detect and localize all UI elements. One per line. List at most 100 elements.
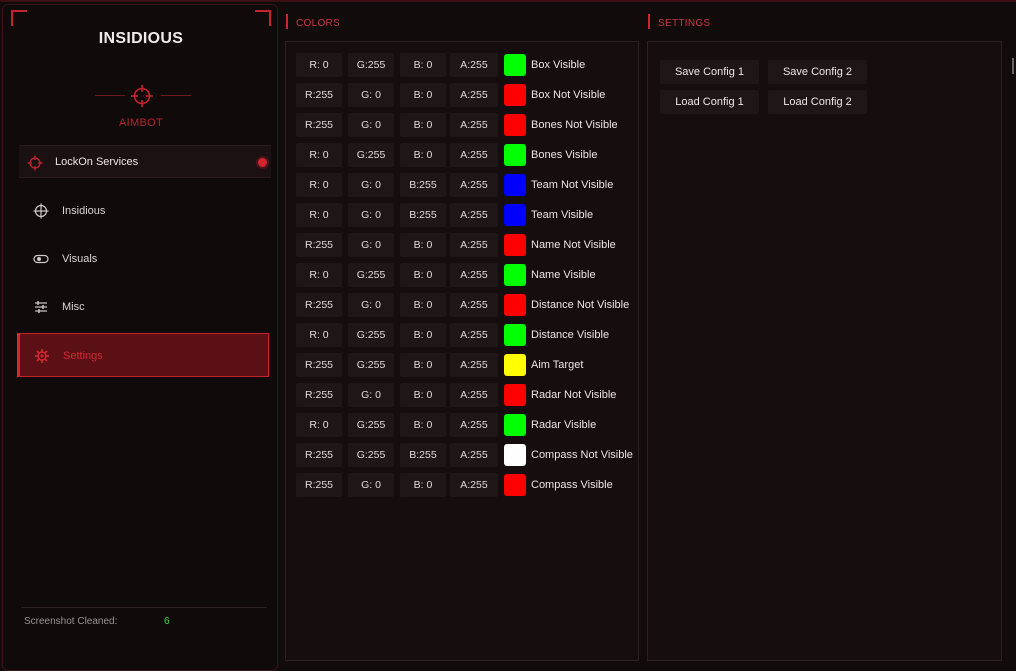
color-label: Bones Not Visible bbox=[531, 119, 618, 131]
blue-value-field[interactable]: B: 0 bbox=[400, 323, 446, 347]
red-value-field[interactable]: R:255 bbox=[296, 233, 342, 257]
alpha-value-field[interactable]: A:255 bbox=[450, 233, 498, 257]
red-value-field[interactable]: R:255 bbox=[296, 293, 342, 317]
color-swatch[interactable] bbox=[504, 354, 526, 376]
blue-value-field[interactable]: B: 0 bbox=[400, 353, 446, 377]
green-value-field[interactable]: G:255 bbox=[348, 53, 394, 77]
color-swatch[interactable] bbox=[504, 234, 526, 256]
alpha-value-field[interactable]: A:255 bbox=[450, 173, 498, 197]
sidebar-item-visuals[interactable]: Visuals bbox=[17, 237, 269, 281]
status-indicator bbox=[258, 158, 267, 167]
red-value-field[interactable]: R:255 bbox=[296, 443, 342, 467]
sidebar-item-misc[interactable]: Misc bbox=[17, 285, 269, 329]
blue-value-field[interactable]: B: 0 bbox=[400, 53, 446, 77]
blue-value-field[interactable]: B: 0 bbox=[400, 143, 446, 167]
color-row: R: 0 G: 0 B:255 A:255 Team Visible bbox=[296, 203, 636, 227]
green-value-field[interactable]: G:255 bbox=[348, 443, 394, 467]
green-value-field[interactable]: G: 0 bbox=[348, 473, 394, 497]
alpha-value-field[interactable]: A:255 bbox=[450, 203, 498, 227]
load-config-2-button[interactable]: Load Config 2 bbox=[768, 90, 867, 114]
green-value-field[interactable]: G:255 bbox=[348, 323, 394, 347]
color-row: R:255 G:255 B: 0 A:255 Aim Target bbox=[296, 353, 636, 377]
red-value-field[interactable]: R: 0 bbox=[296, 173, 342, 197]
color-label: Name Visible bbox=[531, 269, 596, 281]
sidebar-item-insidious[interactable]: Insidious bbox=[17, 189, 269, 233]
color-swatch[interactable] bbox=[504, 174, 526, 196]
save-config-1-button[interactable]: Save Config 1 bbox=[660, 60, 759, 84]
alpha-value-field[interactable]: A:255 bbox=[450, 353, 498, 377]
sidebar-item-label: Visuals bbox=[62, 253, 98, 265]
red-value-field[interactable]: R:255 bbox=[296, 83, 342, 107]
color-row: R:255 G: 0 B: 0 A:255 Bones Not Visible bbox=[296, 113, 636, 137]
color-row: R:255 G: 0 B: 0 A:255 Box Not Visible bbox=[296, 83, 636, 107]
alpha-value-field[interactable]: A:255 bbox=[450, 53, 498, 77]
blue-value-field[interactable]: B: 0 bbox=[400, 233, 446, 257]
color-swatch[interactable] bbox=[504, 84, 526, 106]
color-swatch[interactable] bbox=[504, 414, 526, 436]
blue-value-field[interactable]: B: 0 bbox=[400, 413, 446, 437]
settings-panel: Save Config 1 Save Config 2 Load Config … bbox=[647, 41, 1002, 661]
green-value-field[interactable]: G:255 bbox=[348, 143, 394, 167]
alpha-value-field[interactable]: A:255 bbox=[450, 263, 498, 287]
save-config-2-button[interactable]: Save Config 2 bbox=[768, 60, 867, 84]
alpha-value-field[interactable]: A:255 bbox=[450, 113, 498, 137]
color-swatch[interactable] bbox=[504, 54, 526, 76]
green-value-field[interactable]: G: 0 bbox=[348, 383, 394, 407]
red-value-field[interactable]: R:255 bbox=[296, 383, 342, 407]
alpha-value-field[interactable]: A:255 bbox=[450, 383, 498, 407]
red-value-field[interactable]: R:255 bbox=[296, 113, 342, 137]
alpha-value-field[interactable]: A:255 bbox=[450, 443, 498, 467]
color-swatch[interactable] bbox=[504, 294, 526, 316]
color-swatch[interactable] bbox=[504, 264, 526, 286]
green-value-field[interactable]: G: 0 bbox=[348, 203, 394, 227]
blue-value-field[interactable]: B: 0 bbox=[400, 263, 446, 287]
blue-value-field[interactable]: B: 0 bbox=[400, 293, 446, 317]
red-value-field[interactable]: R:255 bbox=[296, 353, 342, 377]
green-value-field[interactable]: G: 0 bbox=[348, 293, 394, 317]
green-value-field[interactable]: G: 0 bbox=[348, 83, 394, 107]
alpha-value-field[interactable]: A:255 bbox=[450, 473, 498, 497]
green-value-field[interactable]: G: 0 bbox=[348, 173, 394, 197]
color-swatch[interactable] bbox=[504, 204, 526, 226]
alpha-value-field[interactable]: A:255 bbox=[450, 83, 498, 107]
green-value-field[interactable]: G:255 bbox=[348, 263, 394, 287]
lockon-services-row[interactable]: LockOn Services bbox=[19, 145, 271, 178]
blue-value-field[interactable]: B:255 bbox=[400, 203, 446, 227]
settings-header: SETTINGS bbox=[648, 11, 1002, 35]
green-value-field[interactable]: G:255 bbox=[348, 353, 394, 377]
red-value-field[interactable]: R: 0 bbox=[296, 413, 342, 437]
blue-value-field[interactable]: B: 0 bbox=[400, 383, 446, 407]
color-swatch[interactable] bbox=[504, 384, 526, 406]
sidebar: INSIDIOUS AIMBOT LockOn Services Insidio… bbox=[2, 4, 278, 671]
red-value-field[interactable]: R: 0 bbox=[296, 203, 342, 227]
color-label: Compass Visible bbox=[531, 479, 613, 491]
alpha-value-field[interactable]: A:255 bbox=[450, 143, 498, 167]
red-value-field[interactable]: R: 0 bbox=[296, 53, 342, 77]
blue-value-field[interactable]: B: 0 bbox=[400, 113, 446, 137]
blue-value-field[interactable]: B:255 bbox=[400, 443, 446, 467]
color-swatch[interactable] bbox=[504, 474, 526, 496]
color-row: R:255 G: 0 B: 0 A:255 Distance Not Visible bbox=[296, 293, 636, 317]
scrollbar[interactable] bbox=[1012, 58, 1014, 74]
red-value-field[interactable]: R: 0 bbox=[296, 263, 342, 287]
red-value-field[interactable]: R:255 bbox=[296, 473, 342, 497]
blue-value-field[interactable]: B: 0 bbox=[400, 473, 446, 497]
color-row: R:255 G: 0 B: 0 A:255 Name Not Visible bbox=[296, 233, 636, 257]
color-swatch[interactable] bbox=[504, 444, 526, 466]
color-swatch[interactable] bbox=[504, 144, 526, 166]
color-swatch[interactable] bbox=[504, 324, 526, 346]
red-value-field[interactable]: R: 0 bbox=[296, 323, 342, 347]
green-value-field[interactable]: G: 0 bbox=[348, 113, 394, 137]
color-label: Radar Not Visible bbox=[531, 389, 617, 401]
blue-value-field[interactable]: B:255 bbox=[400, 173, 446, 197]
sidebar-item-settings[interactable]: Settings bbox=[17, 333, 269, 377]
red-value-field[interactable]: R: 0 bbox=[296, 143, 342, 167]
alpha-value-field[interactable]: A:255 bbox=[450, 323, 498, 347]
alpha-value-field[interactable]: A:255 bbox=[450, 293, 498, 317]
color-swatch[interactable] bbox=[504, 114, 526, 136]
blue-value-field[interactable]: B: 0 bbox=[400, 83, 446, 107]
green-value-field[interactable]: G: 0 bbox=[348, 233, 394, 257]
alpha-value-field[interactable]: A:255 bbox=[450, 413, 498, 437]
green-value-field[interactable]: G:255 bbox=[348, 413, 394, 437]
load-config-1-button[interactable]: Load Config 1 bbox=[660, 90, 759, 114]
